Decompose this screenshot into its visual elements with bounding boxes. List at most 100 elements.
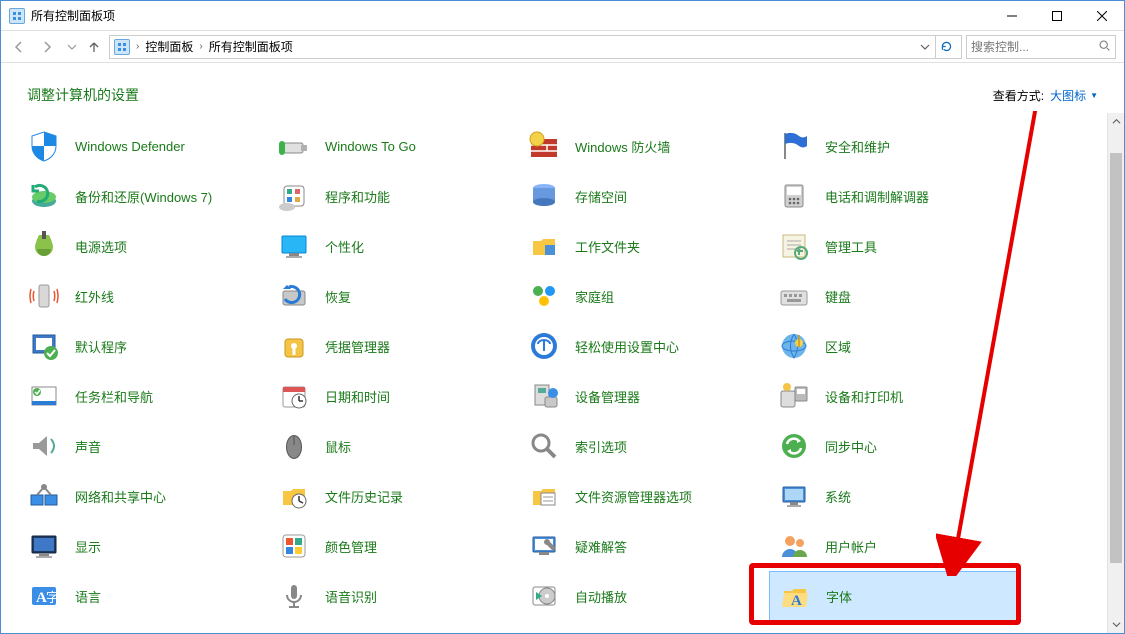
cp-item-users[interactable]: 用户帐户: [769, 521, 1019, 571]
cp-item-label: 区域: [825, 337, 851, 356]
cp-item-mouse[interactable]: 鼠标: [269, 421, 519, 471]
network-icon: [27, 479, 61, 513]
cp-item-homegroup[interactable]: 家庭组: [519, 271, 769, 321]
cp-item-backup[interactable]: 备份和还原(Windows 7): [19, 171, 269, 221]
display-icon: [27, 529, 61, 563]
cp-item-label: Windows 防火墙: [575, 137, 670, 156]
search-placeholder: 搜索控制...: [971, 38, 1098, 55]
scroll-thumb[interactable]: [1110, 153, 1122, 563]
cp-item-label: Windows To Go: [325, 139, 416, 154]
back-button[interactable]: [5, 34, 33, 60]
cp-item-recovery[interactable]: 恢复: [269, 271, 519, 321]
forward-button[interactable]: [33, 34, 61, 60]
cp-item-keyboard[interactable]: 键盘: [769, 271, 1019, 321]
dropdown-icon: ▼: [1090, 91, 1098, 100]
shield-defender-icon: [27, 129, 61, 163]
cp-item-network[interactable]: 网络和共享中心: [19, 471, 269, 521]
cp-item-easeofaccess[interactable]: 轻松使用设置中心: [519, 321, 769, 371]
titlebar: 所有控制面板项: [1, 1, 1124, 31]
flag-icon: [777, 129, 811, 163]
window-title: 所有控制面板项: [31, 7, 115, 24]
cp-item-power[interactable]: 电源选项: [19, 221, 269, 271]
minimize-button[interactable]: [989, 1, 1034, 31]
cp-item-admintools[interactable]: 管理工具: [769, 221, 1019, 271]
cp-item-datetime[interactable]: 日期和时间: [269, 371, 519, 421]
cp-item-label: 电源选项: [75, 237, 127, 256]
cp-item-devicemgr[interactable]: 设备管理器: [519, 371, 769, 421]
storage-icon: [527, 179, 561, 213]
keyboard-icon: [777, 279, 811, 313]
cp-item-sound[interactable]: 声音: [19, 421, 269, 471]
backup-icon: [27, 179, 61, 213]
breadcrumb-seg-1[interactable]: 控制面板: [141, 38, 197, 55]
usb-icon: [277, 129, 311, 163]
cp-item-flag[interactable]: 安全和维护: [769, 121, 1019, 171]
breadcrumb-seg-2[interactable]: 所有控制面板项: [205, 38, 297, 55]
cp-item-region[interactable]: 区域: [769, 321, 1019, 371]
region-icon: [777, 329, 811, 363]
cp-item-folderoptions[interactable]: 文件资源管理器选项: [519, 471, 769, 521]
cp-item-system[interactable]: 系统: [769, 471, 1019, 521]
breadcrumb-dropdown[interactable]: [915, 36, 933, 58]
breadcrumb-sep[interactable]: ›: [197, 41, 204, 52]
cp-item-personalize[interactable]: 个性化: [269, 221, 519, 271]
cp-item-label: 语言: [75, 587, 101, 606]
cp-item-language[interactable]: A字语言: [19, 571, 269, 621]
recent-locations-button[interactable]: [61, 34, 83, 60]
cp-item-speech[interactable]: 语音识别: [269, 571, 519, 621]
cp-item-phone[interactable]: 电话和调制解调器: [769, 171, 1019, 221]
cp-item-label: 声音: [75, 437, 101, 456]
cp-item-sync[interactable]: 同步中心: [769, 421, 1019, 471]
cp-item-taskbar[interactable]: 任务栏和导航: [19, 371, 269, 421]
cp-item-usb[interactable]: Windows To Go: [269, 121, 519, 171]
cp-item-indexing[interactable]: 索引选项: [519, 421, 769, 471]
up-button[interactable]: [83, 34, 105, 60]
cp-item-color[interactable]: 颜色管理: [269, 521, 519, 571]
cp-item-autoplay[interactable]: 自动播放: [519, 571, 769, 621]
maximize-button[interactable]: [1034, 1, 1079, 31]
vertical-scrollbar[interactable]: [1107, 113, 1124, 633]
scroll-up-button[interactable]: [1108, 113, 1124, 130]
cp-item-infrared[interactable]: 红外线: [19, 271, 269, 321]
cp-item-display[interactable]: 显示: [19, 521, 269, 571]
cp-item-label: 字体: [826, 587, 852, 606]
cp-item-label: 文件资源管理器选项: [575, 487, 692, 506]
cp-item-shield-defender[interactable]: Windows Defender: [19, 121, 269, 171]
devicemgr-icon: [527, 379, 561, 413]
close-button[interactable]: [1079, 1, 1124, 31]
search-input[interactable]: 搜索控制...: [966, 35, 1116, 59]
cp-item-label: 文件历史记录: [325, 487, 403, 506]
cp-item-label: 轻松使用设置中心: [575, 337, 679, 356]
navbar: › 控制面板 › 所有控制面板项 搜索控制...: [1, 31, 1124, 63]
users-icon: [777, 529, 811, 563]
cp-item-troubleshoot[interactable]: 疑难解答: [519, 521, 769, 571]
cp-item-label: 显示: [75, 537, 101, 556]
breadcrumb[interactable]: › 控制面板 › 所有控制面板项: [109, 35, 962, 59]
cp-item-fonts[interactable]: A字体: [769, 571, 1019, 621]
cp-item-label: 日期和时间: [325, 387, 390, 406]
refresh-button[interactable]: [935, 36, 957, 58]
cp-item-label: 键盘: [825, 287, 851, 306]
cp-item-storage[interactable]: 存储空间: [519, 171, 769, 221]
scroll-down-button[interactable]: [1108, 616, 1124, 633]
cp-item-workfolders[interactable]: 工作文件夹: [519, 221, 769, 271]
language-icon: A字: [27, 579, 61, 613]
filehistory-icon: [277, 479, 311, 513]
speech-icon: [277, 579, 311, 613]
breadcrumb-sep[interactable]: ›: [134, 41, 141, 52]
cp-item-filehistory[interactable]: 文件历史记录: [269, 471, 519, 521]
cp-item-programs[interactable]: 程序和功能: [269, 171, 519, 221]
troubleshoot-icon: [527, 529, 561, 563]
cp-item-devices[interactable]: 设备和打印机: [769, 371, 1019, 421]
cp-item-label: 疑难解答: [575, 537, 627, 556]
cp-item-label: 颜色管理: [325, 537, 377, 556]
cp-item-label: 个性化: [325, 237, 364, 256]
cp-item-firewall[interactable]: Windows 防火墙: [519, 121, 769, 171]
viewby-dropdown[interactable]: 大图标 ▼: [1050, 87, 1098, 104]
cp-item-defaultprogs[interactable]: 默认程序: [19, 321, 269, 371]
cp-item-credentials[interactable]: 凭据管理器: [269, 321, 519, 371]
cp-item-label: 鼠标: [325, 437, 351, 456]
cp-item-label: 电话和调制解调器: [825, 187, 929, 206]
defaultprogs-icon: [27, 329, 61, 363]
infrared-icon: [27, 279, 61, 313]
